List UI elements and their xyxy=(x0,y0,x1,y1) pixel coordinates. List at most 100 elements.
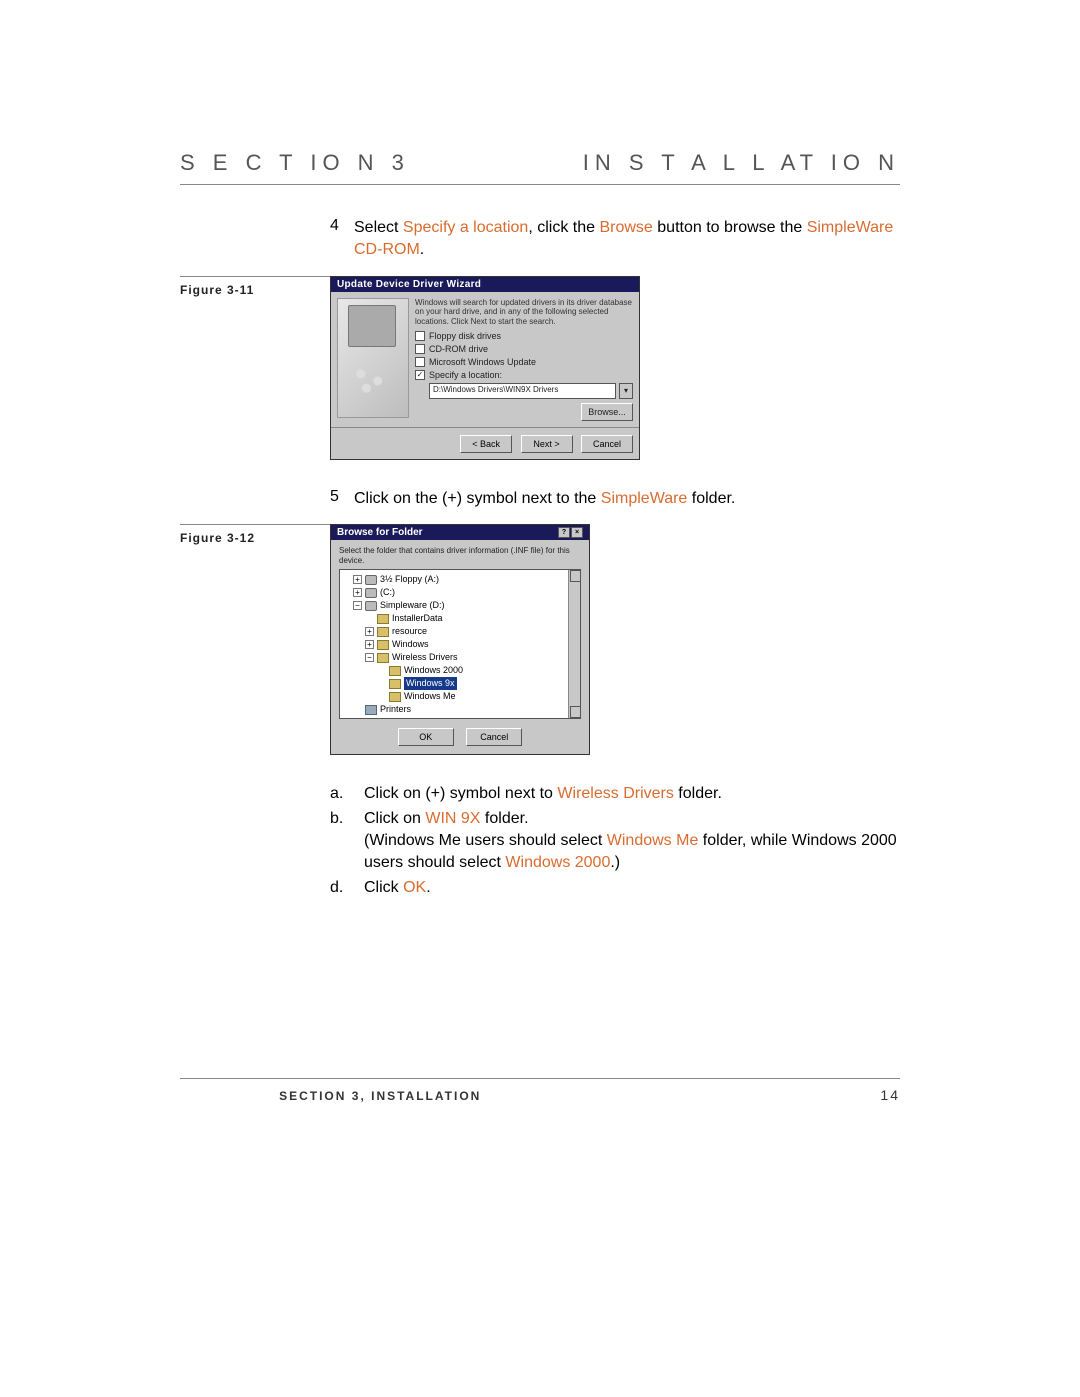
checkbox-label: CD-ROM drive xyxy=(429,344,488,354)
step-4: 4 Select Specify a location, click the B… xyxy=(330,217,900,262)
tree-node-windows-me[interactable]: Windows Me xyxy=(404,690,456,703)
highlight-wireless-drivers: Wireless Drivers xyxy=(557,785,673,802)
scrollbar[interactable] xyxy=(568,570,580,718)
drive-icon xyxy=(365,588,377,598)
text: Click on xyxy=(364,810,425,827)
tree-node-windows-2000[interactable]: Windows 2000 xyxy=(404,664,463,677)
browse-for-folder-dialog: Browse for Folder ? × Select the folder … xyxy=(330,524,590,755)
update-driver-wizard-dialog: Update Device Driver Wizard Windows will… xyxy=(330,276,640,460)
substep-b: b. Click on WIN 9X folder. (Windows Me u… xyxy=(330,808,900,875)
collapse-icon[interactable]: − xyxy=(365,653,374,662)
step-5-text: Click on the (+) symbol next to the Simp… xyxy=(354,488,735,510)
tree-node-control-panel[interactable]: Control Panel xyxy=(380,716,435,719)
control-panel-icon xyxy=(365,718,377,720)
folder-icon xyxy=(377,653,389,663)
expand-icon[interactable]: + xyxy=(353,588,362,597)
dialog-titlebar: Browse for Folder ? × xyxy=(331,525,589,540)
checkbox-icon xyxy=(415,344,425,354)
header-title: IN S T A L L AT IO N xyxy=(583,150,900,176)
close-window-button[interactable]: × xyxy=(571,527,583,538)
help-window-button[interactable]: ? xyxy=(558,527,570,538)
browse-button[interactable]: Browse... xyxy=(581,403,633,421)
text: Click on the (+) symbol next to the xyxy=(354,490,601,507)
figure-label-col: Figure 3-12 xyxy=(180,524,330,545)
floppy-icon xyxy=(365,575,377,585)
figure-3-11-label: Figure 3-11 xyxy=(180,283,330,297)
folder-icon xyxy=(389,666,401,676)
next-button[interactable]: Next > xyxy=(521,435,573,453)
expand-icon[interactable]: + xyxy=(365,627,374,636)
folder-icon xyxy=(377,640,389,650)
expand-icon[interactable]: + xyxy=(365,640,374,649)
dropdown-button[interactable]: ▾ xyxy=(619,383,633,399)
text: (Windows Me users should select xyxy=(364,832,607,849)
text: Select xyxy=(354,219,403,236)
checkbox-icon xyxy=(415,370,425,380)
cancel-button[interactable]: Cancel xyxy=(581,435,633,453)
back-button[interactable]: < Back xyxy=(460,435,512,453)
ok-button[interactable]: OK xyxy=(398,728,454,746)
substep-letter: b. xyxy=(330,808,364,875)
location-path-input[interactable]: D:\Windows Drivers\WIN9X Drivers xyxy=(429,383,616,399)
highlight-simpleware: SimpleWare xyxy=(601,490,688,507)
step-5: 5 Click on the (+) symbol next to the Si… xyxy=(330,488,900,510)
text: folder. xyxy=(687,490,735,507)
header-section: S E C T IO N 3 xyxy=(180,150,410,176)
figure-3-11: Figure 3-11 Update Device Driver Wizard … xyxy=(180,276,900,460)
highlight-win9x: WIN 9X xyxy=(425,810,480,827)
page-footer: SECTION 3, INSTALLATION 14 xyxy=(180,1078,900,1103)
highlight-specify-location: Specify a location xyxy=(403,219,528,236)
folder-icon xyxy=(377,614,389,624)
figure-3-12: Figure 3-12 Browse for Folder ? × Select… xyxy=(180,524,900,755)
text: . xyxy=(426,879,430,896)
folder-icon xyxy=(377,627,389,637)
dialog-title-text: Browse for Folder xyxy=(337,527,423,538)
checkbox-specify-location[interactable]: Specify a location: xyxy=(415,370,633,380)
checkbox-icon xyxy=(415,331,425,341)
sub-steps: a. Click on (+) symbol next to Wireless … xyxy=(330,783,900,899)
highlight-windows-2000: Windows 2000 xyxy=(505,854,610,871)
tree-node-floppy[interactable]: 3½ Floppy (A:) xyxy=(380,573,439,586)
substep-a: a. Click on (+) symbol next to Wireless … xyxy=(330,783,900,805)
checkbox-cdrom[interactable]: CD-ROM drive xyxy=(415,344,633,354)
checkbox-windows-update[interactable]: Microsoft Windows Update xyxy=(415,357,633,367)
tree-node-resource[interactable]: resource xyxy=(392,625,427,638)
footer-section-label: SECTION 3, INSTALLATION xyxy=(180,1089,580,1103)
text: , click the xyxy=(528,219,599,236)
cancel-button[interactable]: Cancel xyxy=(466,728,522,746)
checkbox-icon xyxy=(415,357,425,367)
checkbox-floppy[interactable]: Floppy disk drives xyxy=(415,331,633,341)
figure-label-col: Figure 3-11 xyxy=(180,276,330,297)
highlight-ok: OK xyxy=(403,879,426,896)
tree-node-printers[interactable]: Printers xyxy=(380,703,411,716)
browse-description: Select the folder that contains driver i… xyxy=(331,540,589,569)
figure-3-11-image: Update Device Driver Wizard Windows will… xyxy=(330,276,900,460)
cd-icon xyxy=(365,601,377,611)
folder-tree[interactable]: +3½ Floppy (A:) + (C:) − Simpleware (D:) I… xyxy=(339,569,581,719)
checkbox-label: Floppy disk drives xyxy=(429,331,501,341)
substep-letter: a. xyxy=(330,783,364,805)
checkbox-label: Microsoft Windows Update xyxy=(429,357,536,367)
wizard-graphic xyxy=(337,298,409,418)
expand-icon[interactable]: + xyxy=(353,575,362,584)
page-content: S E C T IO N 3 IN S T A L L AT IO N 4 Se… xyxy=(180,150,900,901)
tree-node-simpleware-d[interactable]: Simpleware (D:) xyxy=(380,599,445,612)
highlight-windows-me: Windows Me xyxy=(607,832,699,849)
collapse-icon[interactable]: − xyxy=(353,601,362,610)
tree-node-windows[interactable]: Windows xyxy=(392,638,429,651)
tree-node-c[interactable]: (C:) xyxy=(380,586,395,599)
step-4-number: 4 xyxy=(330,217,354,235)
wizard-description: Windows will search for updated drivers … xyxy=(415,298,633,327)
folder-icon xyxy=(389,692,401,702)
step-4-text: Select Specify a location, click the Bro… xyxy=(354,217,900,262)
tree-node-wireless-drivers[interactable]: Wireless Drivers xyxy=(392,651,458,664)
tree-node-windows-9x-selected[interactable]: Windows 9x xyxy=(404,677,457,690)
folder-icon xyxy=(389,679,401,689)
tree-node-installerdata[interactable]: InstallerData xyxy=(392,612,443,625)
checkbox-label: Specify a location: xyxy=(429,370,502,380)
page-header: S E C T IO N 3 IN S T A L L AT IO N xyxy=(180,150,900,185)
substep-d: d. Click OK. xyxy=(330,877,900,899)
printers-icon xyxy=(365,705,377,715)
text: folder. xyxy=(674,785,722,802)
footer-page-number: 14 xyxy=(880,1087,900,1103)
